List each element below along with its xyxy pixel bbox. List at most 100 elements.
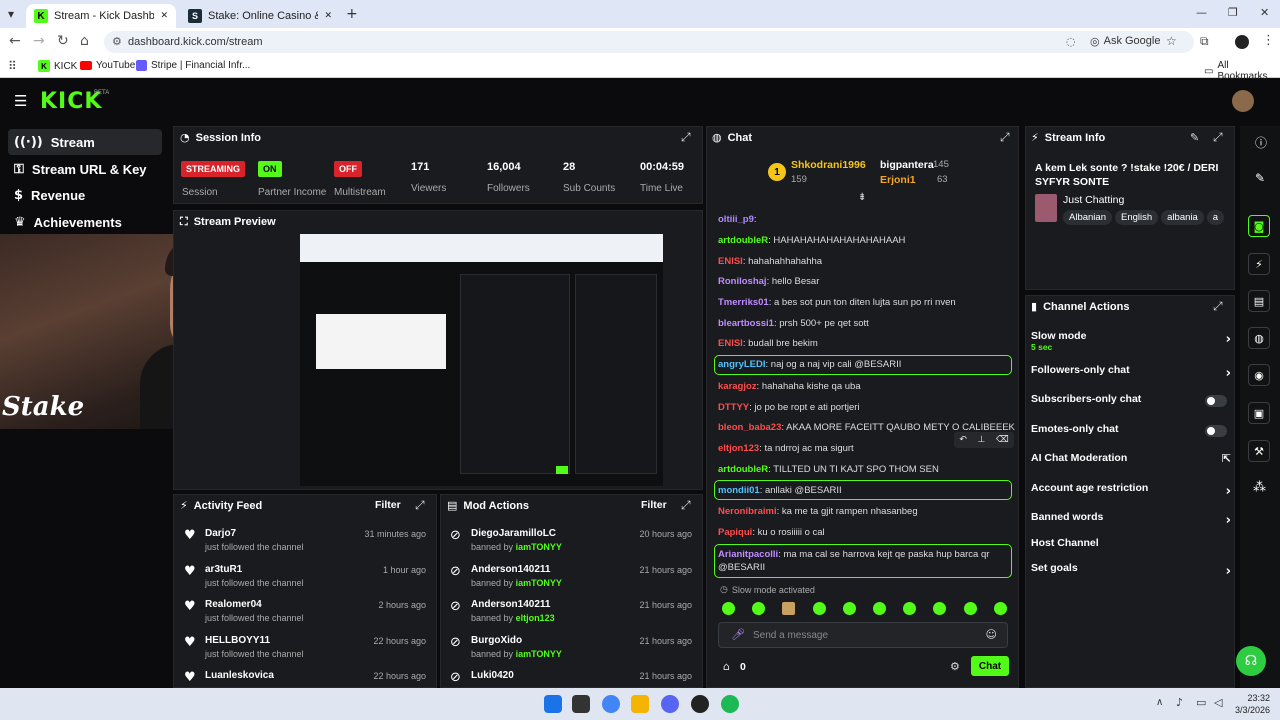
- profile-avatar[interactable]: [1235, 35, 1249, 49]
- url-field[interactable]: ⚙ dashboard.kick.com/stream ◌ ◎ Ask Googl…: [104, 31, 1194, 53]
- user-avatar[interactable]: [1232, 90, 1254, 112]
- gifter-3-name[interactable]: Erjoni1: [880, 174, 916, 186]
- activity-item[interactable]: ♥ HELLBOYY11 just followed the channel 22 h…: [180, 631, 430, 663]
- chrome-icon[interactable]: [602, 695, 620, 713]
- activity-item[interactable]: ♥ Realomer04 just followed the channel 2 ho…: [180, 595, 430, 627]
- chat-message[interactable]: ENISI: hahahahhahahha: [718, 256, 1008, 267]
- menu-dots-icon[interactable]: ⋮: [1262, 33, 1275, 48]
- chat-message[interactable]: artdoubleR: HAHAHAHAHAHAHAHAHAAH: [718, 235, 1008, 246]
- chat-message[interactable]: karagjoz: hahahaha kishe qa uba: [718, 381, 1008, 392]
- expand-icon[interactable]: ⤢: [1213, 130, 1223, 145]
- chat-username[interactable]: mondii01: [718, 485, 760, 496]
- rail-card-button[interactable]: ▣: [1248, 402, 1270, 424]
- tag-albanian[interactable]: Albanian: [1063, 210, 1112, 225]
- expand-icon[interactable]: ⤢: [681, 130, 691, 145]
- sidebar-item-stream-url-key[interactable]: ⚿ Stream URL & Key: [8, 156, 162, 182]
- sidebar-item-revenue[interactable]: $ Revenue: [8, 182, 162, 208]
- channel-action-row[interactable]: Subscribers-only chat: [1031, 393, 1231, 411]
- moderator-name[interactable]: iamTONYY: [516, 542, 562, 552]
- new-tab-button[interactable]: +: [346, 6, 358, 22]
- chat-message[interactable]: Neronibraimi: ka me ta gjit rampen nhasa…: [718, 506, 1008, 517]
- maximize-button[interactable]: ❐: [1228, 6, 1238, 19]
- pin-icon[interactable]: ⊥: [977, 435, 985, 445]
- chat-message[interactable]: Papiqui: ku o rosiiiii o cal: [718, 527, 1008, 538]
- bookmark-youtube[interactable]: YouTube: [80, 60, 135, 71]
- chat-message[interactable]: Arianitpacolli: ma ma cal se harrova kej…: [718, 548, 1008, 574]
- channel-action-row[interactable]: Banned words ›: [1031, 511, 1231, 529]
- toggle-switch[interactable]: [1205, 395, 1227, 407]
- bookmark-kick[interactable]: K KICK: [38, 60, 77, 72]
- moderator-name[interactable]: iamTONYY: [516, 649, 562, 659]
- support-button[interactable]: ☊: [1236, 646, 1266, 676]
- back-icon[interactable]: ←: [9, 33, 21, 49]
- rail-chat-button[interactable]: ◍: [1248, 327, 1270, 349]
- tag-english[interactable]: English: [1114, 210, 1159, 225]
- emoji-icon[interactable]: ☺: [986, 628, 997, 641]
- activity-filter-button[interactable]: Filter: [375, 499, 401, 511]
- ask-google-button[interactable]: ◎ Ask Google: [1090, 35, 1160, 48]
- gifter-2-name[interactable]: bigpantera: [880, 159, 934, 171]
- rail-broadcast-button[interactable]: ◉: [1248, 364, 1270, 386]
- chat-username[interactable]: Roniloshaj: [718, 276, 767, 287]
- chat-message[interactable]: Roniloshaj: hello Besar: [718, 276, 1008, 287]
- chat-username[interactable]: eltjon123: [718, 443, 759, 454]
- chat-username[interactable]: artdoubleR: [718, 235, 768, 246]
- emote-icon[interactable]: [873, 602, 886, 615]
- chevron-right-icon[interactable]: ›: [1226, 484, 1231, 499]
- category-thumbnail[interactable]: [1035, 194, 1057, 222]
- activity-username[interactable]: HELLBOYY11: [205, 635, 270, 646]
- settings-gear-icon[interactable]: ⚙: [950, 660, 960, 673]
- emote-icon[interactable]: [963, 602, 977, 615]
- chevron-right-icon[interactable]: ›: [1226, 513, 1231, 528]
- mod-action-item[interactable]: ⊘ BurgoXido banned by iamTONYY 21 hours ago: [447, 631, 697, 663]
- extensions-icon[interactable]: ⧉: [1200, 34, 1209, 49]
- rail-wrench-button[interactable]: ⚒: [1248, 440, 1270, 462]
- external-link-icon[interactable]: ⇱: [1222, 452, 1231, 465]
- channel-action-row[interactable]: Set goals ›: [1031, 562, 1231, 580]
- chat-username[interactable]: oltiii_p9: [718, 214, 754, 225]
- chat-username[interactable]: ENISI: [718, 338, 743, 349]
- emote-icon[interactable]: [722, 602, 735, 615]
- chat-username[interactable]: bleon_baba23: [718, 422, 781, 433]
- chevron-down-icon[interactable]: ⇟: [858, 192, 866, 203]
- activity-username[interactable]: Darjo7: [205, 528, 236, 539]
- chevron-right-icon[interactable]: ›: [1226, 332, 1231, 347]
- chat-username[interactable]: angryLEDI: [718, 359, 766, 370]
- mod-filter-button[interactable]: Filter: [641, 499, 667, 511]
- mod-target-username[interactable]: DiegoJaramilloLC: [471, 528, 556, 539]
- trash-icon[interactable]: ⌫: [996, 435, 1009, 445]
- channel-action-row[interactable]: Followers-only chat ›: [1031, 364, 1231, 382]
- stream-preview-video[interactable]: [300, 234, 663, 486]
- pencil-icon[interactable]: ✎: [1190, 131, 1199, 144]
- chat-message[interactable]: artdoubleR: TILLTED UN TI KAJT SPO THOM …: [718, 464, 1008, 475]
- channel-action-row[interactable]: Host Channel: [1031, 537, 1231, 555]
- microphone-icon[interactable]: 🎤︎: [731, 628, 745, 641]
- chat-message[interactable]: DTTYY: jo po be ropt e ati portjeri: [718, 402, 1008, 413]
- channel-action-row[interactable]: Slow mode 5 sec ›: [1031, 330, 1231, 352]
- channel-action-row[interactable]: Emotes-only chat: [1031, 423, 1231, 441]
- expand-icon[interactable]: ⤢: [1213, 299, 1223, 314]
- chat-username[interactable]: DTTYY: [718, 402, 749, 413]
- expand-icon[interactable]: ⤢: [681, 498, 691, 513]
- expand-icon[interactable]: ⤢: [415, 498, 425, 513]
- tab-stake[interactable]: S Stake: Online Casino & Sports B ✕: [180, 4, 340, 28]
- chat-username[interactable]: bleartbossi1: [718, 318, 774, 329]
- mod-target-username[interactable]: BurgoXido: [471, 635, 522, 646]
- mod-target-username[interactable]: Anderson140211: [471, 599, 551, 610]
- reply-icon[interactable]: ↶: [959, 435, 967, 445]
- activity-item[interactable]: ♥ Darjo7 just followed the channel 31 minut…: [180, 524, 430, 556]
- tray-mic-icon[interactable]: ♪: [1176, 696, 1183, 709]
- emote-icon[interactable]: [842, 602, 856, 615]
- tray-network-icon[interactable]: ▭: [1196, 696, 1206, 709]
- clock-date[interactable]: 3/3/2026: [1228, 705, 1270, 715]
- reload-icon[interactable]: ↻: [57, 33, 69, 49]
- rail-camera-button[interactable]: ◙: [1248, 215, 1270, 237]
- activity-username[interactable]: Realomer04: [205, 599, 262, 610]
- mod-action-item[interactable]: ⊘ Anderson140211 banned by eltjon123 21 hou…: [447, 595, 697, 627]
- expand-icon[interactable]: ⤢: [1000, 130, 1010, 145]
- apps-grid-icon[interactable]: ⠿: [8, 59, 17, 73]
- chevron-right-icon[interactable]: ›: [1226, 366, 1231, 381]
- toggle-switch[interactable]: [1205, 425, 1227, 437]
- spotify-icon[interactable]: [721, 695, 739, 713]
- chat-username[interactable]: Neronibraimi: [718, 506, 777, 517]
